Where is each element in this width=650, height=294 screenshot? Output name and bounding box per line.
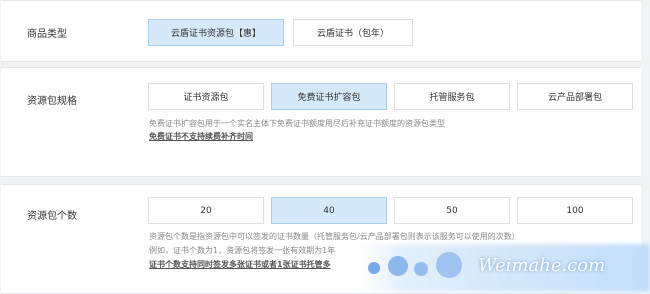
package-spec-option-free-expand[interactable]: 免费证书扩容包 bbox=[271, 83, 387, 110]
package-spec-section: 资源包规格 证书资源包 免费证书扩容包 托管服务包 云产品部署包 免费证书扩容包… bbox=[1, 67, 641, 177]
watermark-dot bbox=[414, 262, 428, 276]
package-count-label: 资源包个数 bbox=[27, 211, 77, 222]
package-count-option-20[interactable]: 20 bbox=[148, 197, 264, 224]
watermark-dot bbox=[388, 256, 408, 276]
package-spec-description: 免费证书扩容包用于一个实名主体下免费证书额度用尽后补充证书额度的资源包类型 bbox=[149, 119, 445, 128]
watermark-dot bbox=[436, 252, 462, 278]
product-type-label: 商品类型 bbox=[27, 29, 67, 40]
package-spec-label: 资源包规格 bbox=[27, 96, 77, 107]
package-count-note: 证书个数支持同时签发多张证书或者1张证书托管多 bbox=[149, 260, 331, 269]
product-type-section: 商品类型 云盾证书资源包【惠】 云盾证书（包年） bbox=[1, 0, 641, 62]
package-count-option-100[interactable]: 100 bbox=[517, 197, 633, 224]
product-type-option-annual[interactable]: 云盾证书（包年） bbox=[293, 19, 413, 46]
watermark-dot bbox=[368, 262, 380, 274]
package-count-option-50[interactable]: 50 bbox=[394, 197, 510, 224]
package-spec-option-hosting[interactable]: 托管服务包 bbox=[394, 83, 510, 110]
package-spec-note: 免费证书不支持续费补齐时间 bbox=[149, 132, 253, 141]
package-spec-option-cloud-deploy[interactable]: 云产品部署包 bbox=[517, 83, 633, 110]
package-spec-option-cert[interactable]: 证书资源包 bbox=[148, 83, 264, 110]
package-count-description-2: 例如，证书个数为1，资源包将签发一张有效期为1年 bbox=[149, 246, 336, 255]
watermark-text: Weimahe.com bbox=[478, 255, 606, 276]
package-count-option-40[interactable]: 40 bbox=[271, 197, 387, 224]
product-type-option-resource-pack[interactable]: 云盾证书资源包【惠】 bbox=[148, 19, 284, 46]
package-count-description-1: 资源包个数是指资源包中可以签发的证书数量（托管服务包/云产品部署包则表示该服务可… bbox=[149, 232, 520, 241]
